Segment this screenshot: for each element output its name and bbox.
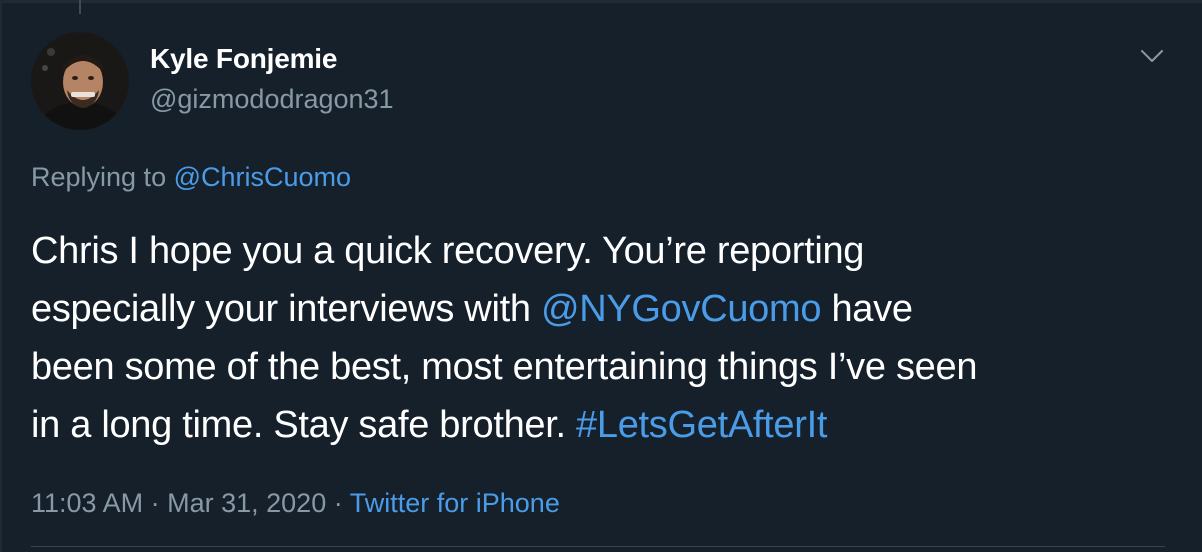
- hashtag-link[interactable]: #LetsGetAfterIt: [576, 404, 827, 446]
- tweet-source-link[interactable]: Twitter for iPhone: [350, 488, 560, 518]
- text-segment: in a long time. Stay safe brother.: [31, 404, 577, 446]
- avatar[interactable]: [31, 32, 129, 130]
- tweet-text: Chris I hope you a quick recovery. You’r…: [31, 222, 1181, 454]
- tweet-card: Kyle Fonjemie @gizmododragon31 Replying …: [0, 0, 1202, 552]
- text-segment: have: [821, 288, 913, 330]
- tweet-text-line: especially your interviews with @NYGovCu…: [31, 280, 1181, 338]
- tweet-metadata: 11:03 AM · Mar 31, 2020 · Twitter for iP…: [31, 488, 560, 519]
- left-edge: [0, 0, 2, 552]
- tweet-text-line: in a long time. Stay safe brother. #Lets…: [31, 396, 1181, 454]
- chevron-down-icon: [1141, 50, 1163, 62]
- avatar-photo: [31, 32, 129, 130]
- replying-prefix: Replying to: [31, 162, 167, 192]
- thread-connector-line: [79, 0, 81, 14]
- more-options-button[interactable]: [1136, 40, 1168, 72]
- text-segment: been some of the best, most entertaining…: [31, 346, 978, 388]
- author-name[interactable]: Kyle Fonjemie: [150, 43, 337, 75]
- meta-separator: ·: [150, 488, 160, 518]
- top-edge: [0, 0, 1202, 3]
- tweet-time[interactable]: 11:03 AM: [31, 488, 143, 518]
- replying-to-mention[interactable]: @ChrisCuomo: [174, 162, 351, 192]
- text-segment: Chris I hope you a quick recovery. You’r…: [31, 230, 865, 272]
- meta-separator: ·: [333, 488, 343, 518]
- tweet-date[interactable]: Mar 31, 2020: [167, 488, 326, 518]
- replying-to: Replying to @ChrisCuomo: [31, 162, 351, 193]
- tweet-text-line: been some of the best, most entertaining…: [31, 338, 1181, 396]
- mention-link[interactable]: @NYGovCuomo: [541, 288, 822, 330]
- text-segment: especially your interviews with: [31, 288, 541, 330]
- tweet-text-line: Chris I hope you a quick recovery. You’r…: [31, 222, 1181, 280]
- divider: [31, 546, 1165, 547]
- author-handle[interactable]: @gizmododragon31: [150, 84, 394, 115]
